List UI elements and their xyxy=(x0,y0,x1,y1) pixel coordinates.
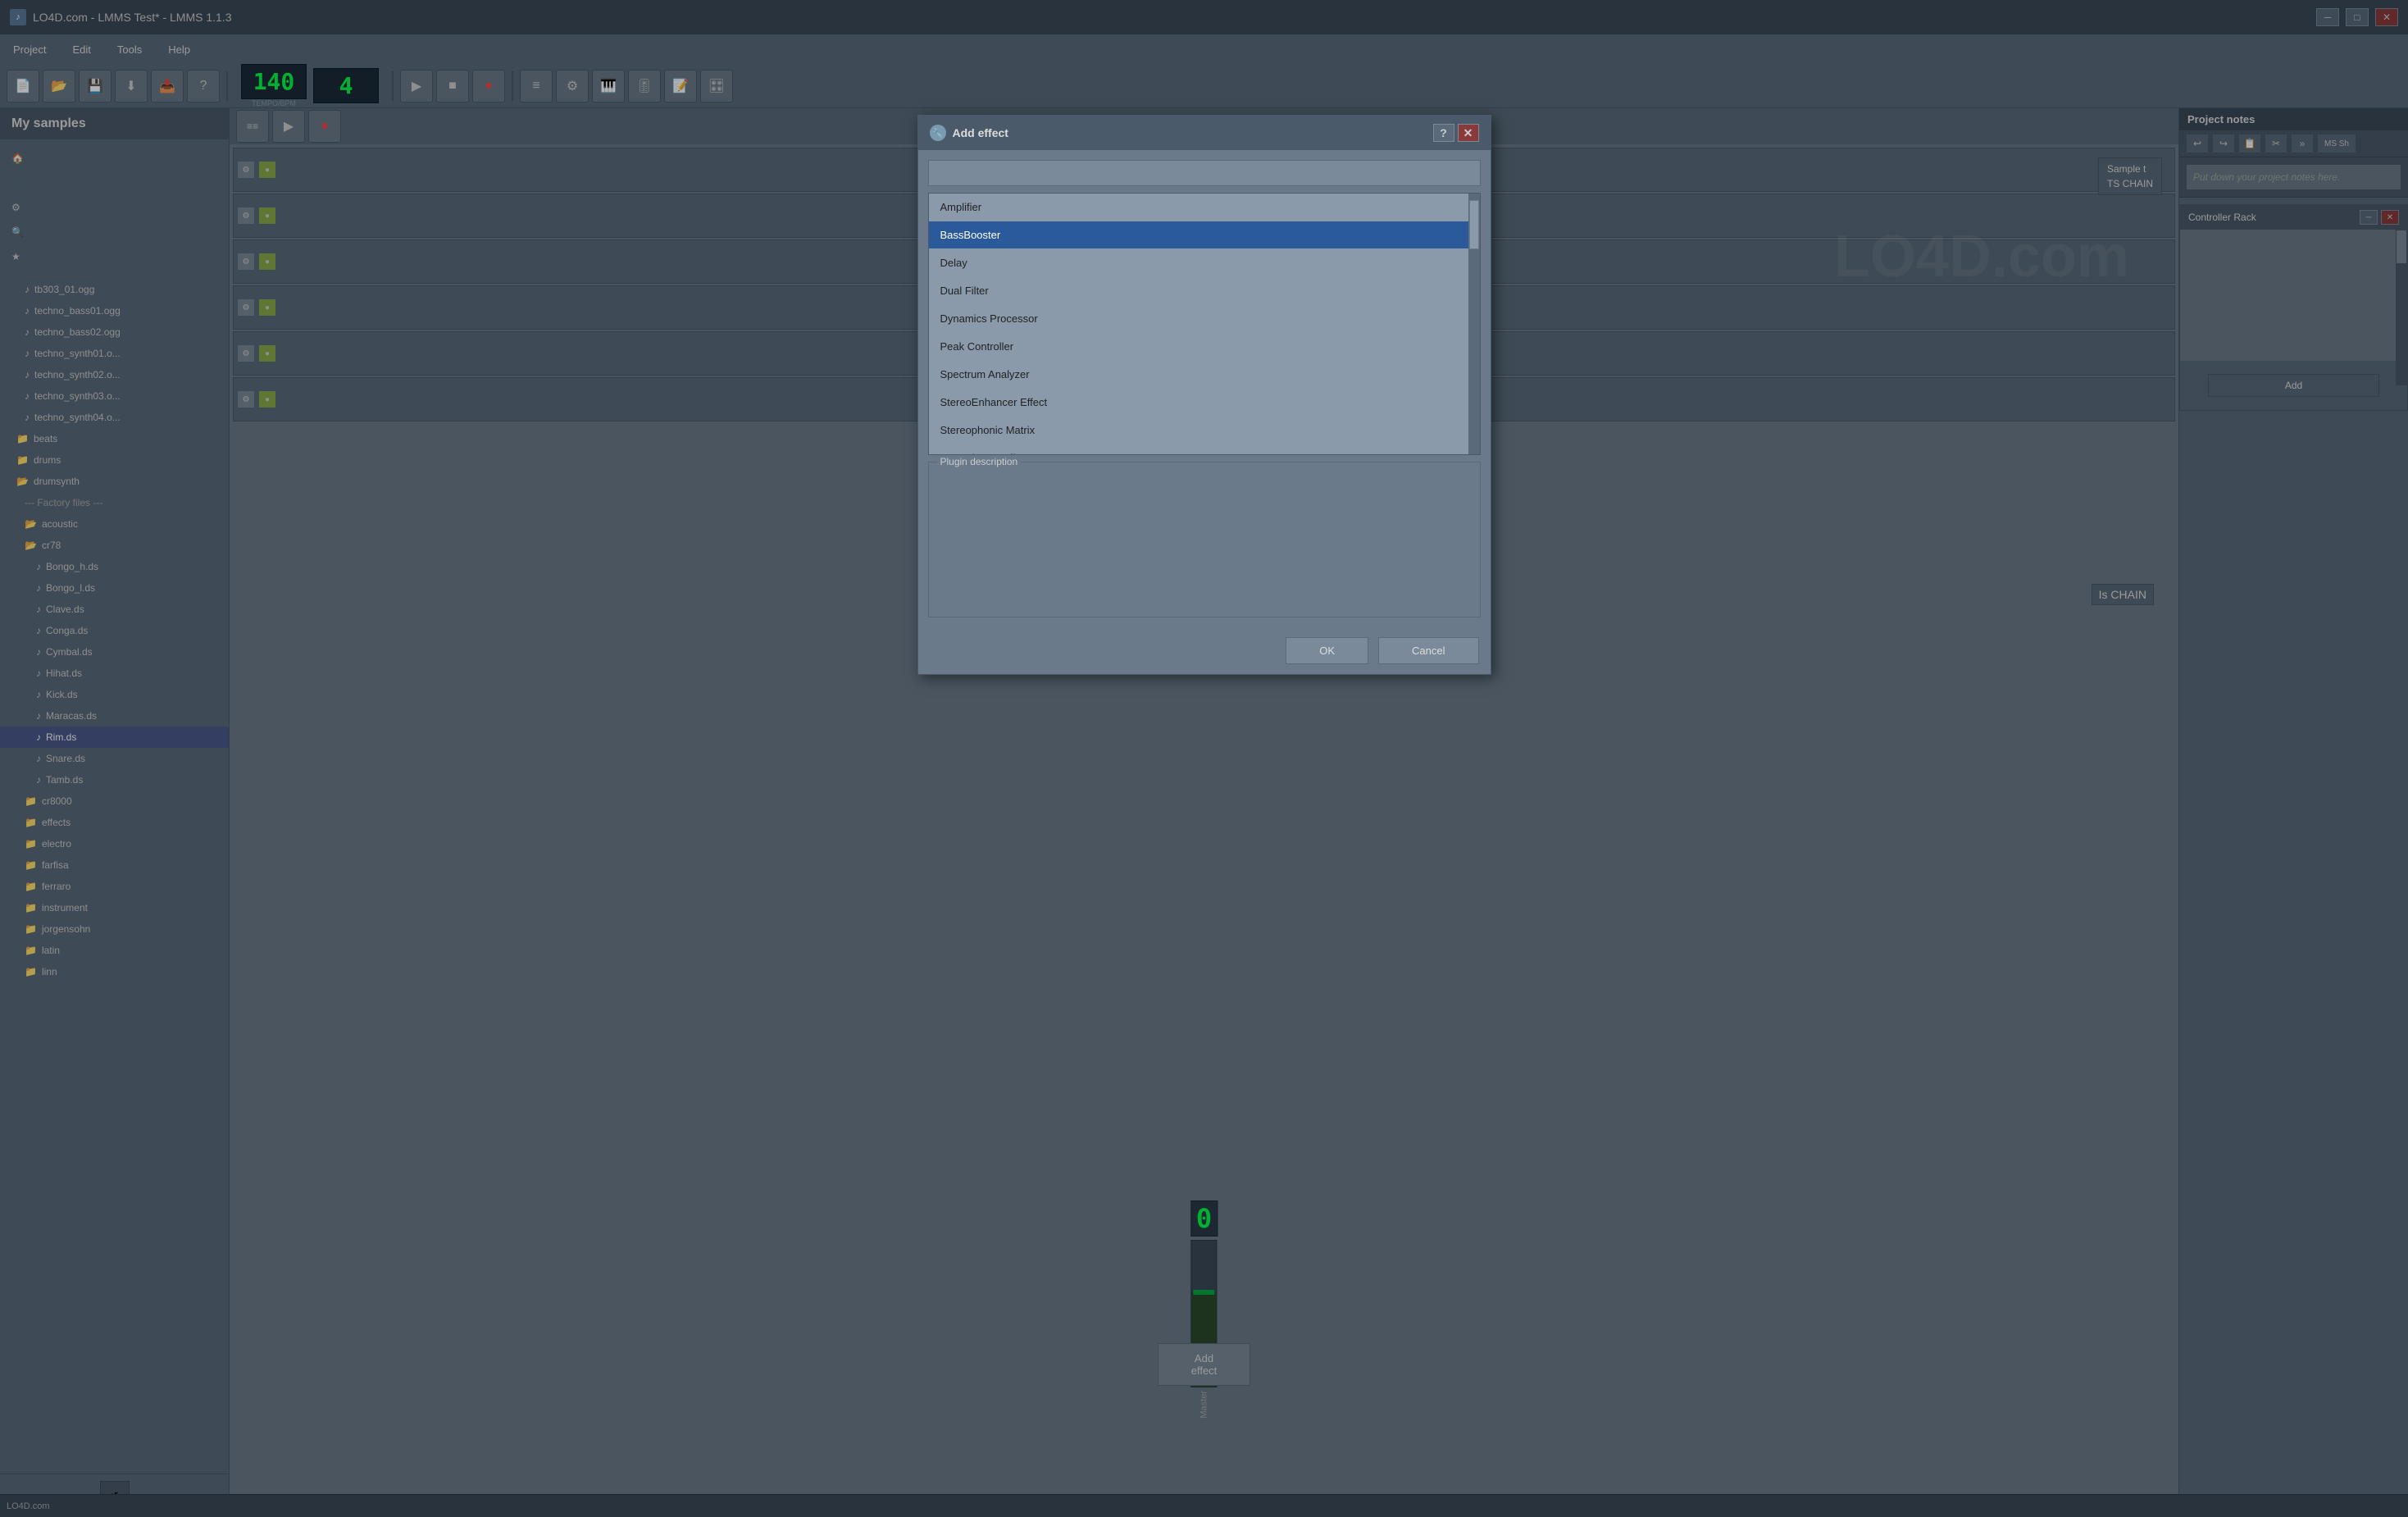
effect-item-waveshaper[interactable]: Waveshaper Effect xyxy=(929,444,1480,455)
effect-item-dual-filter[interactable]: Dual Filter xyxy=(929,277,1480,305)
plugin-desc-group: Plugin description xyxy=(928,462,1481,617)
effects-list: Amplifier BassBooster Delay Dual Filter … xyxy=(929,194,1480,455)
dialog-titlebar-controls: ? ✕ xyxy=(1433,124,1479,142)
effect-item-dynamics-processor[interactable]: Dynamics Processor xyxy=(929,305,1480,333)
dialog-cancel-btn[interactable]: Cancel xyxy=(1378,637,1478,664)
dialog-title: Add effect xyxy=(953,126,1008,139)
dialog-footer: OK Cancel xyxy=(918,627,1491,674)
scrollbar-thumb xyxy=(1469,200,1479,249)
dialog-icon: 🔧 xyxy=(930,125,946,141)
dialog-close-btn[interactable]: ✕ xyxy=(1458,124,1479,142)
effect-item-stereo-enhancer[interactable]: StereoEnhancer Effect xyxy=(929,389,1480,417)
effects-list-container: Amplifier BassBooster Delay Dual Filter … xyxy=(928,193,1481,455)
effect-item-bassbooster[interactable]: BassBooster xyxy=(929,221,1480,249)
effect-item-amplifier[interactable]: Amplifier xyxy=(929,194,1480,221)
dialog-titlebar-left: 🔧 Add effect xyxy=(930,125,1008,141)
scrollbar-track xyxy=(1468,194,1480,454)
dialog-titlebar: 🔧 Add effect ? ✕ xyxy=(918,116,1491,150)
dialog-ok-btn[interactable]: OK xyxy=(1286,637,1368,664)
dialog-overlay: 🔧 Add effect ? ✕ Amplifier BassBooster xyxy=(0,0,2408,1517)
effect-item-delay[interactable]: Delay xyxy=(929,249,1480,277)
dialog-help-btn[interactable]: ? xyxy=(1433,124,1454,142)
effect-item-peak-controller[interactable]: Peak Controller xyxy=(929,333,1480,361)
effect-item-spectrum-analyzer[interactable]: Spectrum Analyzer xyxy=(929,361,1480,389)
effect-item-stereophonic-matrix[interactable]: Stereophonic Matrix xyxy=(929,417,1480,444)
plugin-desc-legend: Plugin description xyxy=(937,456,1022,467)
add-effect-dialog: 🔧 Add effect ? ✕ Amplifier BassBooster xyxy=(917,115,1491,675)
dialog-body: Amplifier BassBooster Delay Dual Filter … xyxy=(918,150,1491,627)
effects-list-scrollbar[interactable] xyxy=(1468,194,1480,454)
main-window: ♪ LO4D.com - LMMS Test* - LMMS 1.1.3 ─ □… xyxy=(0,0,2408,1517)
dialog-filter[interactable] xyxy=(928,160,1481,186)
